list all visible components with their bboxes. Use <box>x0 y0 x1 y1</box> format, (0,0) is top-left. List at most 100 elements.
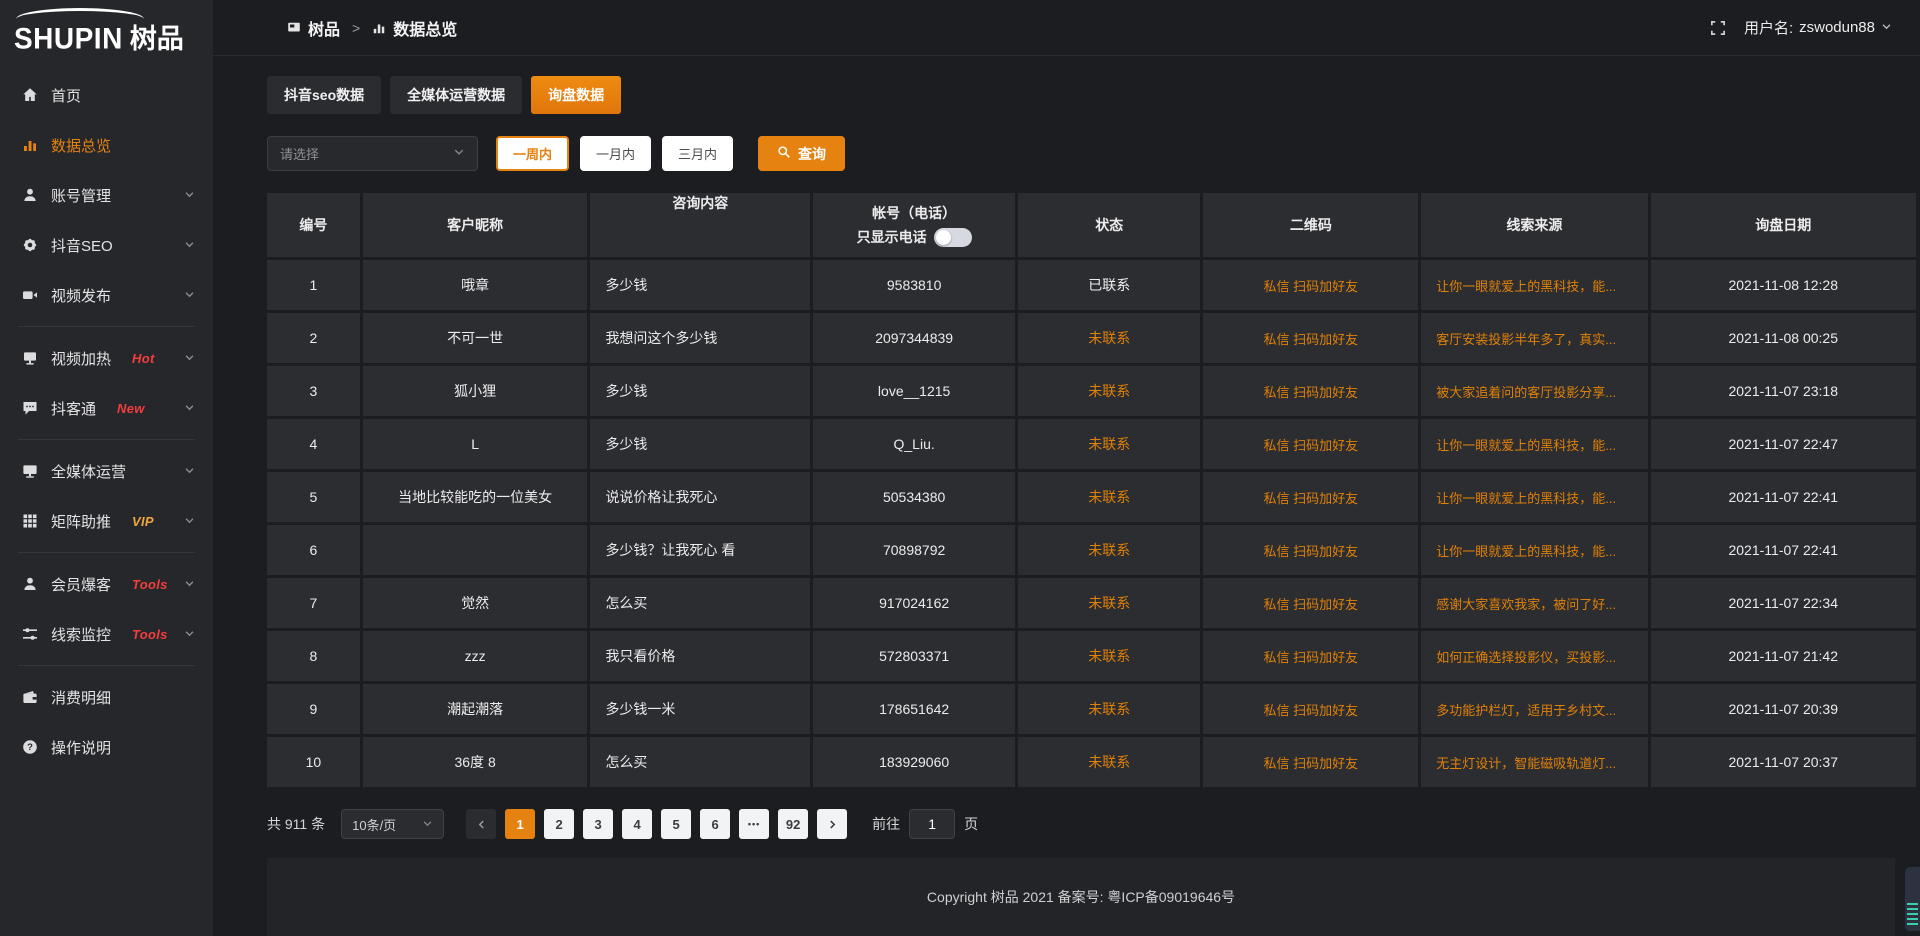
sidebar-item-home[interactable]: 首页 <box>0 70 213 120</box>
sidebar-item-data-overview[interactable]: 数据总览 <box>0 120 213 170</box>
qr-links[interactable]: 私信 扫码加好友 <box>1203 631 1418 681</box>
cell-date: 2021-11-07 22:41 <box>1651 525 1916 575</box>
cell-id: 5 <box>267 472 360 522</box>
cell-id: 4 <box>267 419 360 469</box>
app-icon <box>287 21 301 35</box>
source-link[interactable]: 客厅安装投影半年多了，真实... <box>1421 313 1647 363</box>
cell-id: 9 <box>267 684 360 734</box>
search-button-label: 查询 <box>798 144 826 164</box>
status-cell: 未联系 <box>1018 631 1200 681</box>
help-circle-icon: ? <box>22 739 38 755</box>
source-link[interactable]: 多功能护栏灯，适用于乡村文... <box>1421 684 1647 734</box>
cell-nickname: 哦章 <box>363 260 588 310</box>
tab-douyin-seo-data[interactable]: 抖音seo数据 <box>267 76 381 114</box>
sidebar-item-instructions[interactable]: ? 操作说明 <box>0 722 213 772</box>
status-cell: 未联系 <box>1018 684 1200 734</box>
sidebar-item-label: 矩阵助推 <box>51 511 111 532</box>
phone-only-toggle[interactable] <box>934 228 972 247</box>
source-link[interactable]: 让你一眼就爱上的黑科技，能... <box>1421 260 1647 310</box>
qr-links[interactable]: 私信 扫码加好友 <box>1203 578 1418 628</box>
search-button[interactable]: 查询 <box>758 136 845 171</box>
tab-inquiry-data[interactable]: 询盘数据 <box>531 76 621 114</box>
qr-links[interactable]: 私信 扫码加好友 <box>1203 313 1418 363</box>
cell-id: 7 <box>267 578 360 628</box>
cell-account: 178651642 <box>813 684 1015 734</box>
fullscreen-icon[interactable] <box>1710 20 1726 36</box>
cell-id: 2 <box>267 313 360 363</box>
breadcrumb-root[interactable]: 树品 <box>308 16 340 40</box>
goto-page-input[interactable] <box>909 809 955 839</box>
next-page-button[interactable] <box>817 809 847 839</box>
account-select[interactable]: 请选择 <box>267 136 478 171</box>
page-button[interactable]: 3 <box>583 809 613 839</box>
qr-links[interactable]: 私信 扫码加好友 <box>1203 366 1418 416</box>
source-link[interactable]: 无主灯设计，智能磁吸轨道灯... <box>1421 737 1647 787</box>
main-area: 树品 > 数据总览 用户名: zswodun88 抖音seo数据 全媒体运营数据… <box>213 0 1920 936</box>
tools-badge: Tools <box>132 627 168 642</box>
chevron-down-icon <box>184 187 195 204</box>
cell-account: 2097344839 <box>813 313 1015 363</box>
cell-account: 50534380 <box>813 472 1015 522</box>
qr-links[interactable]: 私信 扫码加好友 <box>1203 260 1418 310</box>
sidebar-item-label: 数据总览 <box>51 135 111 156</box>
page-button[interactable]: 6 <box>700 809 730 839</box>
page-button[interactable]: 5 <box>661 809 691 839</box>
period-one-month-button[interactable]: 一月内 <box>580 136 651 171</box>
monitor-icon <box>22 463 38 479</box>
qr-links[interactable]: 私信 扫码加好友 <box>1203 472 1418 522</box>
content: 抖音seo数据 全媒体运营数据 询盘数据 请选择 一周内 一月内 三月内 查询 … <box>213 56 1920 936</box>
cell-account: Q_Liu. <box>813 419 1015 469</box>
user-menu[interactable]: 用户名: zswodun88 <box>1744 17 1892 38</box>
qr-links[interactable]: 私信 扫码加好友 <box>1203 684 1418 734</box>
page-button[interactable]: 1 <box>505 809 535 839</box>
sidebar-item-lead-monitor[interactable]: 线索监控 Tools <box>0 609 213 659</box>
member-icon <box>22 576 38 592</box>
prev-page-button[interactable] <box>466 809 496 839</box>
sidebar-item-douyin-seo[interactable]: 抖音SEO <box>0 220 213 270</box>
source-link[interactable]: 让你一眼就爱上的黑科技，能... <box>1421 419 1647 469</box>
chevron-down-icon <box>184 287 195 304</box>
page-button[interactable]: 2 <box>544 809 574 839</box>
period-three-months-button[interactable]: 三月内 <box>662 136 733 171</box>
gear-icon <box>22 237 38 253</box>
table-row: 4 L 多少钱 Q_Liu. 未联系 私信 扫码加好友 让你一眼就爱上的黑科技，… <box>267 419 1895 469</box>
browser-extension-widget[interactable] <box>1905 867 1920 931</box>
cell-id: 8 <box>267 631 360 681</box>
qr-links[interactable]: 私信 扫码加好友 <box>1203 525 1418 575</box>
sidebar-item-account-management[interactable]: 账号管理 <box>0 170 213 220</box>
table-row: 7 觉然 怎么买 917024162 未联系 私信 扫码加好友 感谢大家喜欢我家… <box>267 578 1895 628</box>
tab-media-operation-data[interactable]: 全媒体运营数据 <box>390 76 522 114</box>
more-pages-button[interactable]: ••• <box>739 809 769 839</box>
chevron-down-icon <box>453 146 465 161</box>
sidebar-item-doukeTong[interactable]: 抖客通 New <box>0 383 213 433</box>
page-button[interactable]: 92 <box>778 809 808 839</box>
qr-links[interactable]: 私信 扫码加好友 <box>1203 737 1418 787</box>
period-one-week-button[interactable]: 一周内 <box>496 136 569 171</box>
source-link[interactable]: 让你一眼就爱上的黑科技，能... <box>1421 525 1647 575</box>
home-icon <box>22 87 38 103</box>
topbar: 树品 > 数据总览 用户名: zswodun88 <box>213 0 1920 56</box>
sidebar-item-expense-detail[interactable]: 消费明细 <box>0 672 213 722</box>
sidebar-item-video-publish[interactable]: 视频发布 <box>0 270 213 320</box>
cell-account: 70898792 <box>813 525 1015 575</box>
source-link[interactable]: 被大家追着问的客厅投影分享... <box>1421 366 1647 416</box>
sidebar-item-video-heating[interactable]: 视频加热 Hot <box>0 333 213 383</box>
sidebar-item-label: 账号管理 <box>51 185 111 206</box>
bar-chart-icon <box>22 137 38 153</box>
qr-links[interactable]: 私信 扫码加好友 <box>1203 419 1418 469</box>
page-size-select[interactable]: 10条/页 <box>341 809 444 839</box>
sidebar-item-matrix-boost[interactable]: 矩阵助推 VIP <box>0 496 213 546</box>
status-cell: 未联系 <box>1018 419 1200 469</box>
breadcrumb-current: 数据总览 <box>393 16 457 40</box>
page-button[interactable]: 4 <box>622 809 652 839</box>
source-link[interactable]: 如何正确选择投影仪，买投影... <box>1421 631 1647 681</box>
sidebar-item-media-operation[interactable]: 全媒体运营 <box>0 446 213 496</box>
cell-content: 多少钱 <box>590 419 810 469</box>
cell-content: 多少钱？让我死心 看 <box>590 525 810 575</box>
sidebar-item-member-burst[interactable]: 会员爆客 Tools <box>0 559 213 609</box>
cell-content: 说说价格让我死心 <box>590 472 810 522</box>
table-row: 10 36度 8 怎么买 183929060 未联系 私信 扫码加好友 无主灯设… <box>267 737 1895 787</box>
source-link[interactable]: 让你一眼就爱上的黑科技，能... <box>1421 472 1647 522</box>
user-icon <box>22 187 38 203</box>
source-link[interactable]: 感谢大家喜欢我家，被问了好... <box>1421 578 1647 628</box>
